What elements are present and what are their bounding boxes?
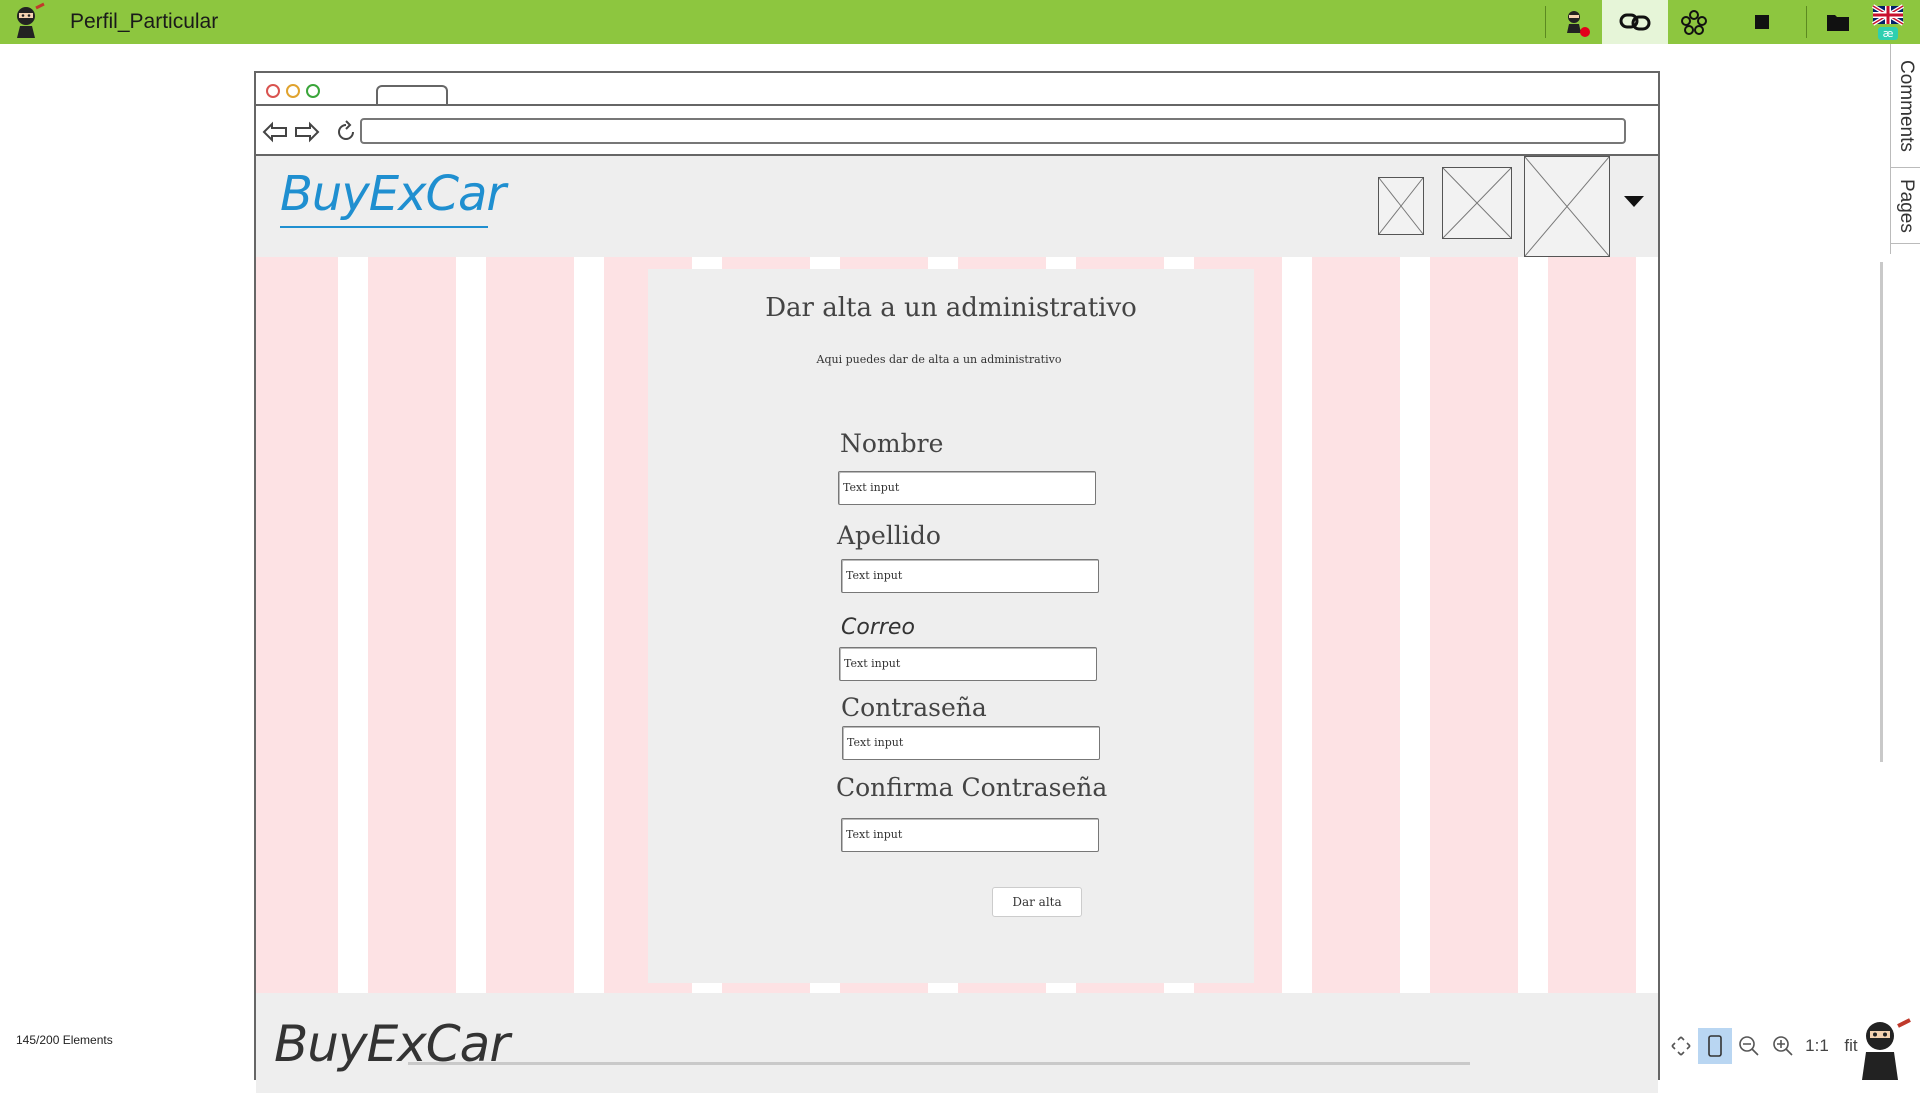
- ninja-logo-icon[interactable]: [6, 2, 48, 42]
- layout-grid: Dar alta a un administrativo Aqui puedes…: [256, 257, 1658, 993]
- logo-underline: [280, 226, 488, 228]
- field-label-nombre: Nombre: [840, 429, 944, 458]
- site-footer: BuyExCar: [256, 993, 1658, 1093]
- phone-icon: [1708, 1035, 1722, 1057]
- browser-navigation-bar: [256, 106, 1658, 156]
- form-title: Dar alta a un administrativo: [765, 293, 1137, 323]
- folder-icon: [1827, 15, 1849, 31]
- field-label-correo: Correo: [841, 615, 915, 640]
- folder-button[interactable]: [1818, 0, 1858, 44]
- close-dot-icon: [266, 84, 280, 98]
- uk-flag-icon: æ: [1871, 4, 1905, 40]
- back-forward-icons: [262, 121, 320, 143]
- stop-button[interactable]: [1744, 0, 1780, 44]
- device-preview-button[interactable]: [1698, 1028, 1732, 1064]
- svg-text:æ: æ: [1883, 27, 1894, 40]
- site-header: BuyExCar: [256, 156, 1658, 257]
- minimize-dot-icon: [286, 84, 300, 98]
- zoom-out-button[interactable]: [1732, 1028, 1766, 1064]
- element-count-status: 145/200 Elements: [16, 1033, 113, 1047]
- form-subtitle: Aqui puedes dar de alta a un administrat…: [816, 353, 1062, 366]
- browser-tab: [376, 85, 448, 105]
- zoom-toolbar: 1:1 fit: [1664, 1028, 1868, 1064]
- field-label-apellido: Apellido: [837, 521, 941, 550]
- url-bar[interactable]: [360, 118, 1626, 144]
- dar-alta-button[interactable]: Dar alta: [992, 887, 1082, 917]
- zoom-in-button[interactable]: [1766, 1028, 1800, 1064]
- tab-pages[interactable]: Pages: [1891, 168, 1920, 244]
- app-toolbar: Perfil_Particular æ: [0, 0, 1920, 44]
- image-placeholder-icon: [1378, 177, 1424, 235]
- image-placeholder-icon: [1524, 156, 1610, 257]
- link-icon: [1619, 13, 1651, 31]
- toolbar-separator: [1545, 6, 1546, 38]
- browser-window-mockup[interactable]: BuyExCar Dar alta a un administrativo Aq…: [254, 71, 1660, 1093]
- toolbar-separator: [1806, 6, 1807, 38]
- grid-column: [486, 257, 574, 993]
- site-logo[interactable]: BuyExCar: [280, 166, 506, 222]
- actual-size-button[interactable]: 1:1: [1800, 1028, 1834, 1064]
- ninja-notification-button[interactable]: [1556, 0, 1596, 44]
- ninja-notification-icon: [1567, 11, 1590, 37]
- horizontal-scrollbar[interactable]: [408, 1062, 1470, 1065]
- language-button[interactable]: æ: [1866, 0, 1910, 44]
- grid-column: [256, 257, 338, 993]
- register-admin-panel: Dar alta a un administrativo Aqui puedes…: [648, 269, 1254, 983]
- zoom-in-icon: [1773, 1036, 1793, 1056]
- expand-arrows-icon: [1671, 1036, 1691, 1056]
- vertical-scrollbar[interactable]: [1880, 262, 1883, 762]
- tab-comments[interactable]: Comments: [1891, 44, 1920, 168]
- reload-icon: [338, 120, 354, 140]
- correo-input[interactable]: Text input: [839, 647, 1097, 681]
- grid-column: [368, 257, 456, 993]
- fit-selection-button[interactable]: [1664, 1028, 1698, 1064]
- browser-tab-strip: [256, 73, 1658, 106]
- confirma-contrasena-input[interactable]: Text input: [841, 818, 1099, 852]
- grid-column: [1312, 257, 1400, 993]
- image-placeholder-icon: [1442, 167, 1512, 239]
- side-panel-tabs: Comments Pages: [1890, 44, 1920, 254]
- stop-icon: [1755, 15, 1769, 29]
- ninja-mascot-icon: [1862, 1018, 1911, 1080]
- collaborators-icon: [1681, 10, 1707, 35]
- dropdown-caret-icon[interactable]: [1624, 196, 1644, 207]
- grid-column: [1430, 257, 1518, 993]
- collaborators-button[interactable]: [1672, 0, 1716, 44]
- grid-column: [1548, 257, 1636, 993]
- document-title: Perfil_Particular: [70, 10, 219, 33]
- zoom-out-icon: [1739, 1036, 1759, 1056]
- field-label-contrasena: Contraseña: [841, 693, 987, 722]
- contrasena-input[interactable]: Text input: [842, 726, 1100, 760]
- maximize-dot-icon: [306, 84, 320, 98]
- link-button[interactable]: [1602, 0, 1668, 44]
- nombre-input[interactable]: Text input: [838, 471, 1096, 505]
- field-label-confirma-contrasena: Confirma Contraseña: [836, 773, 1108, 802]
- apellido-input[interactable]: Text input: [841, 559, 1099, 593]
